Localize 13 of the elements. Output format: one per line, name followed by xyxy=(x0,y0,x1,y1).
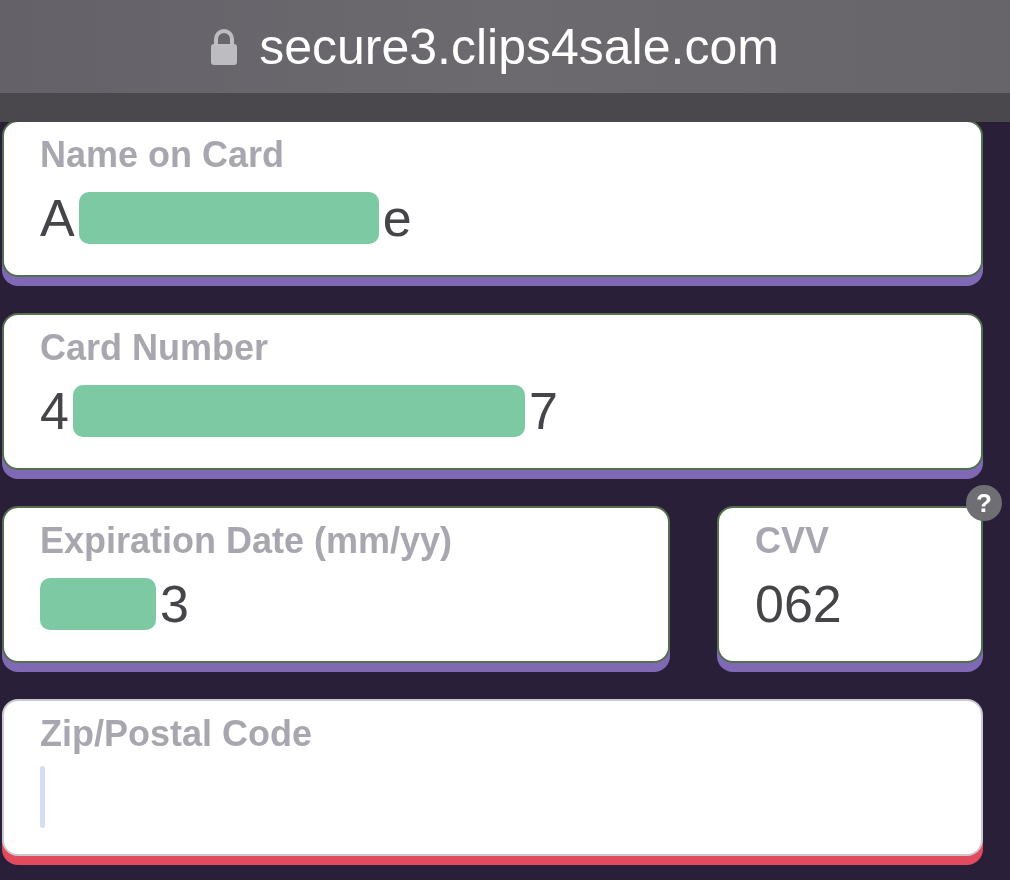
field-label: Card Number xyxy=(40,328,269,368)
field-label: Expiration Date (mm/yy) xyxy=(40,521,453,561)
field-label: CVV xyxy=(755,521,830,561)
url-text[interactable]: secure3.clips4sale.com xyxy=(259,16,779,77)
field-label: Name on Card xyxy=(40,135,285,175)
field-value: 062 xyxy=(755,574,842,634)
field-value: e xyxy=(382,188,412,248)
field-value: A xyxy=(40,188,75,248)
field-label: Zip/Postal Code xyxy=(40,714,313,754)
field-value: 7 xyxy=(528,381,558,441)
field-value: 4 xyxy=(40,381,69,441)
field-value: 3 xyxy=(160,574,189,634)
help-button[interactable]: ? xyxy=(966,485,1002,521)
